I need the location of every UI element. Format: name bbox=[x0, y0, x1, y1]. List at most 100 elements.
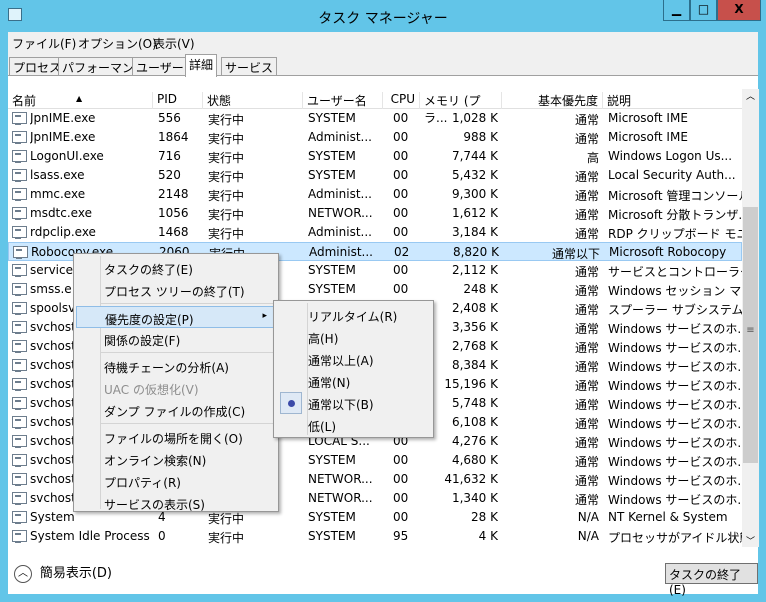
table-row[interactable]: msdtc.exe 1056 実行中 NETWOR... 00 1,612 K 通常 Micr… bbox=[8, 204, 742, 223]
scroll-up-icon[interactable]: ︿ bbox=[742, 89, 759, 102]
table-row[interactable]: JpnIME.exe 1864 実行中 Administ... 00 988 K 通常 Mic… bbox=[8, 128, 742, 147]
process-icon bbox=[13, 246, 28, 259]
cell-cpu: 00 bbox=[393, 168, 409, 182]
cell-prio: 通常 bbox=[574, 208, 599, 222]
menu-item[interactable]: 関係の設定(F) bbox=[76, 328, 276, 350]
cell-desc: Local Security Auth... bbox=[608, 168, 736, 182]
menu-options[interactable]: オプション(O) bbox=[78, 35, 157, 52]
cell-prio: 通常 bbox=[574, 379, 599, 393]
cell-user: Administ... bbox=[308, 130, 372, 144]
menu-item[interactable]: ダンプ ファイルの作成(C) bbox=[76, 399, 276, 421]
cell-prio: 通常以下 bbox=[551, 247, 600, 261]
menu-item: UAC の仮想化(V) bbox=[76, 377, 276, 399]
cell-user: SYSTEM bbox=[308, 111, 356, 125]
menu-item[interactable]: オンライン検索(N) bbox=[76, 448, 276, 470]
menu-item[interactable]: タスクの終了(E) bbox=[76, 257, 276, 279]
table-row[interactable]: System Idle Process 0 実行中 SYSTEM 95 4 K N/A プロセ… bbox=[8, 527, 742, 546]
tab-services[interactable]: サービス bbox=[221, 57, 278, 76]
table-row[interactable]: JpnIME.exe 556 実行中 SYSTEM 00 1,028 K 通常 Microso… bbox=[8, 109, 742, 128]
cell-user: SYSTEM bbox=[308, 510, 356, 524]
table-row[interactable]: mmc.exe 2148 実行中 Administ... 00 9,300 K 通常 Micr… bbox=[8, 185, 742, 204]
table-row[interactable]: LogonUI.exe 716 実行中 SYSTEM 00 7,744 K 高 Windows… bbox=[8, 147, 742, 166]
table-row[interactable]: rdpclip.exe 1468 実行中 Administ... 00 3,184 K 通常… bbox=[8, 223, 742, 242]
menu-separator bbox=[100, 423, 275, 424]
cell-cpu: 00 bbox=[393, 111, 409, 125]
menu-separator bbox=[100, 303, 275, 304]
column-username[interactable]: ユーザー名 bbox=[303, 92, 383, 109]
column-status[interactable]: 状態 bbox=[203, 92, 303, 109]
column-name[interactable]: 名前 ▲ bbox=[8, 92, 153, 109]
tab-users[interactable]: ユーザー bbox=[132, 57, 188, 76]
menu-item[interactable]: 通常以上(A) bbox=[276, 348, 431, 370]
cell-prio: 通常 bbox=[574, 303, 599, 317]
window-title: タスク マネージャー bbox=[318, 11, 448, 27]
cell-pid: 556 bbox=[158, 111, 181, 125]
cell-name: msdtc.exe bbox=[30, 206, 92, 220]
scrollbar-thumb[interactable]: ≡ bbox=[743, 207, 758, 463]
cell-mem: 248 K bbox=[463, 282, 498, 296]
cell-prio: 高 bbox=[586, 151, 599, 165]
cell-user: SYSTEM bbox=[308, 453, 356, 467]
cell-prio: 通常 bbox=[574, 322, 599, 336]
column-pid[interactable]: PID bbox=[153, 92, 203, 109]
table-row[interactable]: lsass.exe 520 実行中 SYSTEM 00 5,432 K 通常 Local Se… bbox=[8, 166, 742, 185]
cell-desc: サービスとコントローラー ... bbox=[608, 265, 742, 279]
menu-item[interactable]: 待機チェーンの分析(A) bbox=[76, 355, 276, 377]
column-name-label: 名前 bbox=[12, 94, 37, 108]
cell-user: Administ... bbox=[309, 245, 373, 259]
vertical-scrollbar[interactable]: ︿ ≡ ﹀ bbox=[742, 89, 759, 547]
cell-cpu: 00 bbox=[393, 149, 409, 163]
fewer-details-button[interactable]: ︿ 簡易表示(D) bbox=[14, 562, 112, 583]
minimize-button[interactable]: ▁ bbox=[663, 0, 690, 21]
column-cpu[interactable]: CPU bbox=[383, 92, 420, 109]
cell-user: NETWOR... bbox=[308, 491, 373, 505]
menu-item[interactable]: 通常(N) bbox=[276, 370, 431, 392]
menu-item[interactable]: プロパティ(R) bbox=[76, 470, 276, 492]
cell-cpu: 00 bbox=[393, 282, 409, 296]
menu-item-label: ダンプ ファイルの作成(C) bbox=[104, 405, 246, 419]
column-base-priority[interactable]: 基本優先度 bbox=[502, 92, 603, 109]
cell-desc: Windows サービスのホ... bbox=[608, 474, 742, 488]
process-icon bbox=[12, 511, 27, 524]
cell-cpu: 00 bbox=[393, 263, 409, 277]
menu-item[interactable]: リアルタイム(R) bbox=[276, 304, 431, 326]
menu-item[interactable]: 低(L) bbox=[276, 414, 431, 436]
menu-item-label: ファイルの場所を開く(O) bbox=[104, 432, 243, 446]
table-header: 名前 ▲ PID 状態 ユーザー名 CPU メモリ (プラ... 基本優先度 説明 bbox=[8, 89, 742, 125]
cell-prio: 通常 bbox=[574, 170, 599, 184]
process-icon bbox=[12, 226, 27, 239]
process-icon bbox=[12, 435, 27, 448]
chevron-up-icon: ︿ bbox=[14, 564, 32, 583]
tab-processes[interactable]: プロセス bbox=[9, 57, 66, 76]
menu-view[interactable]: 表示(V) bbox=[153, 35, 195, 52]
cell-desc: スプーラー サブシステム ... bbox=[608, 303, 742, 317]
column-memory[interactable]: メモリ (プラ... bbox=[420, 92, 502, 125]
menu-item[interactable]: プロセス ツリーの終了(T) bbox=[76, 279, 276, 301]
cell-cpu: 02 bbox=[394, 245, 410, 259]
process-icon bbox=[12, 302, 27, 315]
column-description[interactable]: 説明 bbox=[603, 92, 742, 109]
cell-prio: 通常 bbox=[574, 189, 599, 203]
cell-mem: 7,744 K bbox=[451, 149, 498, 163]
process-icon bbox=[12, 492, 27, 505]
cell-desc: Microsoft Robocopy bbox=[609, 245, 727, 259]
priority-submenu: リアルタイム(R) 高(H) 通常以上(A) 通常(N) 通常以下(B) 低(L) bbox=[273, 300, 434, 438]
tab-bar: プロセス パフォーマンス ユーザー 詳細 サービス bbox=[8, 54, 758, 77]
end-task-button[interactable]: タスクの終了(E) bbox=[665, 563, 758, 597]
menu-item-label: 優先度の設定(P) bbox=[105, 313, 194, 327]
scroll-down-icon[interactable]: ﹀ bbox=[742, 534, 759, 547]
cell-desc: Windows サービスのホ... bbox=[608, 398, 742, 412]
cell-mem: 1,028 K bbox=[451, 111, 498, 125]
tab-details[interactable]: 詳細 bbox=[185, 54, 218, 77]
cell-cpu: 00 bbox=[393, 453, 409, 467]
cell-desc: RDP クリップボード モニター bbox=[608, 227, 742, 241]
close-button[interactable]: X bbox=[717, 0, 761, 21]
cell-mem: 1,612 K bbox=[451, 206, 498, 220]
menu-item[interactable]: ファイルの場所を開く(O) bbox=[76, 426, 276, 448]
maximize-button[interactable]: □ bbox=[690, 0, 717, 21]
cell-cpu: 00 bbox=[393, 491, 409, 505]
menu-file[interactable]: ファイル(F) bbox=[12, 35, 76, 52]
menu-item[interactable]: 優先度の設定(P) ▸ bbox=[76, 306, 276, 328]
menu-item[interactable]: サービスの表示(S) bbox=[76, 492, 276, 514]
menu-item[interactable]: 高(H) bbox=[276, 326, 431, 348]
